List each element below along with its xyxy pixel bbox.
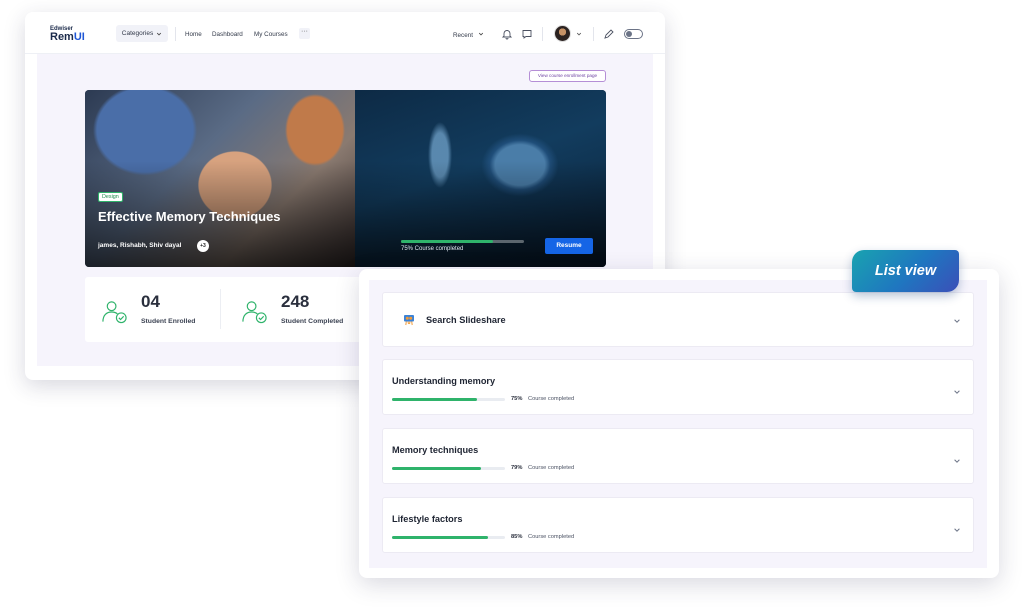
theme-toggle[interactable] xyxy=(624,29,643,39)
list-item-percent: 85% xyxy=(511,534,523,540)
chat-icon[interactable] xyxy=(521,28,533,40)
chevron-down-icon[interactable] xyxy=(576,31,582,37)
list-view-body: Search Slideshare Understanding memory 7… xyxy=(369,280,987,568)
chevron-down-icon[interactable] xyxy=(953,388,961,396)
list-item-title: Memory techniques xyxy=(392,445,479,455)
list-item-progress-fill xyxy=(392,467,482,470)
list-item[interactable]: Understanding memory 75% Course complete… xyxy=(382,359,974,415)
chevron-down-icon[interactable] xyxy=(953,317,961,325)
stat-label: Student Enrolled xyxy=(141,318,196,325)
list-item-title: Understanding memory xyxy=(392,376,496,386)
logo-main-text: RemUI xyxy=(50,31,85,43)
chevron-down-icon[interactable] xyxy=(953,526,961,534)
list-item-percent: 79% xyxy=(511,465,523,471)
list-item-progress-fill xyxy=(392,536,489,539)
list-item-progress-bar xyxy=(392,398,505,401)
list-item-percent: 75% xyxy=(511,396,523,402)
list-item-title: Lifestyle factors xyxy=(392,514,463,524)
search-slideshare-title: Search Slideshare xyxy=(426,315,506,325)
divider xyxy=(593,27,594,41)
more-menu-button[interactable]: ··· xyxy=(299,28,310,39)
nav-link-home[interactable]: Home xyxy=(185,31,202,38)
list-item-status: Course completed xyxy=(528,465,575,471)
chevron-down-icon xyxy=(478,32,483,36)
user-check-icon xyxy=(242,301,267,324)
resume-button[interactable]: Resume xyxy=(545,238,593,254)
recent-dropdown[interactable]: Recent xyxy=(453,31,484,39)
logo-accent: UI xyxy=(73,31,85,43)
list-item[interactable]: Lifestyle factors 85% Course completed xyxy=(382,497,974,553)
view-enrollment-button[interactable]: View course enrollment page xyxy=(529,70,606,82)
search-slideshare-card[interactable]: Search Slideshare xyxy=(382,292,974,347)
divider xyxy=(175,27,176,41)
list-item-progress-bar xyxy=(392,536,505,539)
list-item[interactable]: Memory techniques 79% Course completed xyxy=(382,428,974,484)
nav-link-my-courses[interactable]: My Courses xyxy=(254,31,288,38)
course-progress-text: 75% Course completed xyxy=(401,246,464,252)
list-item-progress-bar xyxy=(392,467,505,470)
slideshare-icon xyxy=(404,315,414,326)
course-hero-banner: Design Effective Memory Techniques james… xyxy=(85,90,606,267)
list-view-badge: List view xyxy=(852,250,959,292)
course-authors: james, Rishabh, Shiv dayal xyxy=(98,242,182,249)
course-stats: 04 Student Enrolled 248 Student Complete… xyxy=(85,277,385,342)
stat-label: Student Completed xyxy=(281,318,344,325)
course-progress-bar xyxy=(401,240,524,243)
top-navbar: Edwiser RemUI Categories Home Dashboard … xyxy=(25,12,665,54)
chevron-down-icon[interactable] xyxy=(953,457,961,465)
categories-label: Categories xyxy=(121,30,154,37)
remui-logo[interactable]: Edwiser RemUI xyxy=(50,26,85,43)
list-item-status: Course completed xyxy=(528,534,575,540)
pen-icon[interactable] xyxy=(603,28,615,40)
divider xyxy=(542,27,543,41)
list-item-progress-fill xyxy=(392,398,477,401)
hero-overlay xyxy=(85,90,606,267)
nav-link-dashboard[interactable]: Dashboard xyxy=(212,31,243,38)
extra-authors-badge[interactable]: +3 xyxy=(197,240,209,252)
course-tag: Design xyxy=(98,192,123,202)
list-view-panel: Search Slideshare Understanding memory 7… xyxy=(359,269,999,578)
divider xyxy=(220,289,221,329)
avatar[interactable] xyxy=(554,25,571,42)
stat-value: 04 xyxy=(141,292,160,311)
categories-dropdown[interactable]: Categories xyxy=(116,25,168,42)
course-progress-fill xyxy=(401,240,494,243)
logo-main: Rem xyxy=(50,31,74,43)
user-check-icon xyxy=(102,301,127,324)
recent-label: Recent xyxy=(453,32,473,39)
bell-icon[interactable] xyxy=(501,28,513,40)
list-item-status: Course completed xyxy=(528,396,575,402)
chevron-down-icon xyxy=(157,32,162,35)
course-title: Effective Memory Techniques xyxy=(98,209,281,224)
stat-value: 248 xyxy=(281,292,310,311)
